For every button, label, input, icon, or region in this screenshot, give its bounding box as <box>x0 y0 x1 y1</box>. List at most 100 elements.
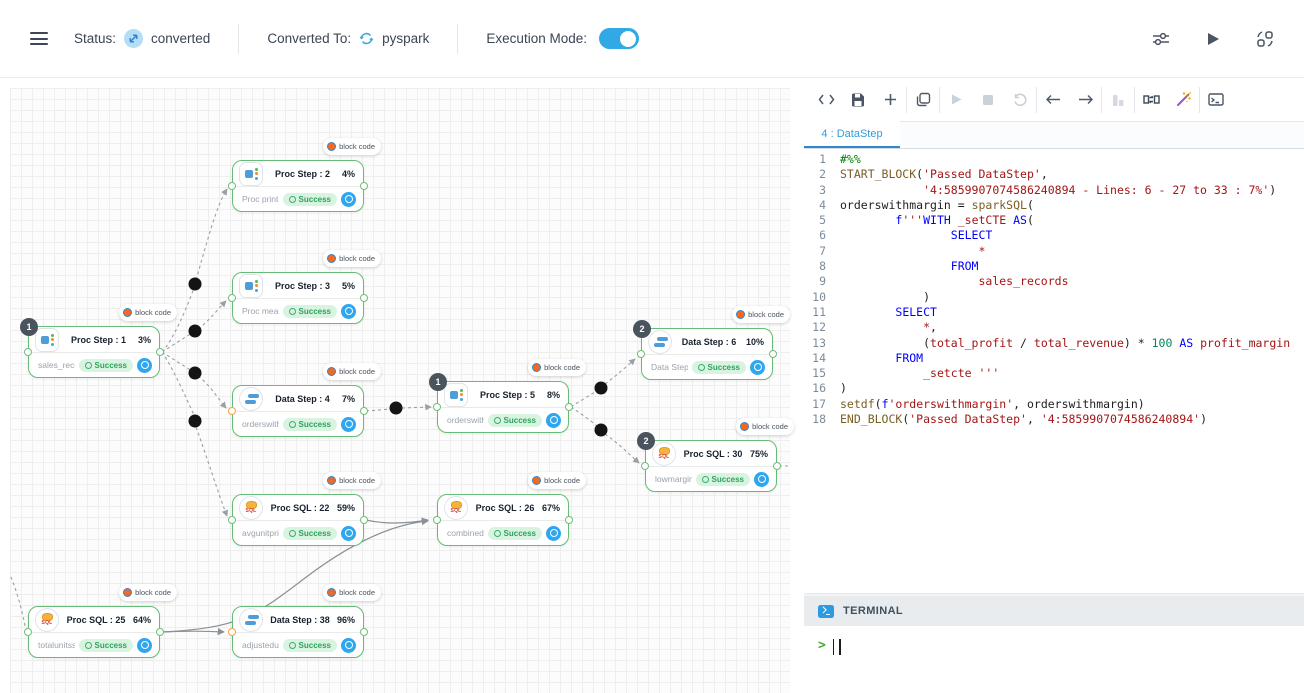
output-port[interactable] <box>360 294 368 302</box>
top-toolbar: Status: converted Converted To: pyspark … <box>0 0 1304 78</box>
sql-step-icon: SQL <box>239 496 263 520</box>
run-pipeline-icon[interactable] <box>1202 28 1224 50</box>
output-port[interactable] <box>156 628 164 636</box>
block-code-pill[interactable]: block code <box>528 359 586 376</box>
output-port[interactable] <box>360 516 368 524</box>
output-port[interactable] <box>360 407 368 415</box>
tab-datastep-4[interactable]: 4 : DataStep <box>804 121 900 148</box>
output-port[interactable] <box>769 350 777 358</box>
node-subtitle: Data Step <box>651 362 688 372</box>
node-action-button[interactable] <box>341 638 356 653</box>
code-line: 14 FROM <box>804 351 1304 366</box>
flow-canvas[interactable]: 1block codeProc Step : 13%sales_recordsS… <box>10 88 790 693</box>
block-code-pill[interactable]: block code <box>323 472 381 489</box>
input-port[interactable] <box>24 348 32 356</box>
input-port[interactable] <box>433 403 441 411</box>
block-code-pill[interactable]: block code <box>736 418 794 435</box>
save-icon[interactable] <box>849 91 867 109</box>
flow-node-30[interactable]: 2block codeSQLProc SQL : 3075%lowmargino… <box>645 440 777 492</box>
terminal-header[interactable]: TERMINAL <box>804 596 1304 626</box>
block-code-pill[interactable]: block code <box>323 584 381 601</box>
node-action-button[interactable] <box>546 526 561 541</box>
flow-node-38[interactable]: block codeData Step : 3896%adjustedunit.… <box>232 606 364 658</box>
input-port[interactable] <box>433 516 441 524</box>
stop-icon[interactable] <box>979 91 997 109</box>
input-port[interactable] <box>228 182 236 190</box>
input-port[interactable] <box>24 628 32 636</box>
add-tab-icon[interactable] <box>881 91 899 109</box>
output-port[interactable] <box>156 348 164 356</box>
restart-icon[interactable] <box>1011 91 1029 109</box>
magic-wand-icon[interactable] <box>1174 91 1192 109</box>
line-number: 2 <box>804 167 840 182</box>
code-line: 9 sales_records <box>804 274 1304 289</box>
node-action-button[interactable] <box>341 526 356 541</box>
node-action-button[interactable] <box>341 417 356 432</box>
sync-icon <box>359 31 374 46</box>
flow-node-26[interactable]: block codeSQLProc SQL : 2667%combinedm..… <box>437 494 569 546</box>
output-port[interactable] <box>360 182 368 190</box>
converted-to-value: pyspark <box>382 31 429 46</box>
navigate-forward-icon[interactable] <box>1076 91 1094 109</box>
compare-code-icon[interactable] <box>1142 91 1160 109</box>
node-order-badge: 2 <box>633 320 651 338</box>
block-code-pill[interactable]: block code <box>323 138 381 155</box>
flow-node-2[interactable]: block codeProc Step : 24%Proc printSucce… <box>232 160 364 212</box>
output-port[interactable] <box>565 516 573 524</box>
sas-block-icon <box>327 254 336 263</box>
code-lines: 1#%%2START_BLOCK('Passed DataStep',3 '4:… <box>804 152 1304 427</box>
code-line: 7 * <box>804 244 1304 259</box>
block-code-pill[interactable]: block code <box>119 304 177 321</box>
input-port[interactable] <box>641 462 649 470</box>
node-action-button[interactable] <box>754 472 769 487</box>
input-port[interactable] <box>228 407 236 415</box>
output-port[interactable] <box>565 403 573 411</box>
node-action-button[interactable] <box>750 360 765 375</box>
code-view-icon[interactable] <box>817 91 835 109</box>
sas-block-icon <box>327 476 336 485</box>
proc-step-icon <box>444 383 468 407</box>
navigate-back-icon[interactable] <box>1044 91 1062 109</box>
block-code-label: block code <box>339 476 375 485</box>
block-code-pill[interactable]: block code <box>323 363 381 380</box>
flow-node-6[interactable]: 2block codeData Step : 610%Data StepSucc… <box>641 328 773 380</box>
output-port[interactable] <box>360 628 368 636</box>
settings-sliders-icon[interactable] <box>1150 28 1172 50</box>
terminal-input-area[interactable]: > <box>804 626 1304 693</box>
flow-node-25[interactable]: block codeSQLProc SQL : 2564%totalunitss… <box>28 606 160 658</box>
code-editor[interactable]: 1#%%2START_BLOCK('Passed DataStep',3 '4:… <box>804 149 1304 593</box>
block-code-pill[interactable]: block code <box>323 250 381 267</box>
node-action-button[interactable] <box>137 358 152 373</box>
chart-icon[interactable] <box>1109 91 1127 109</box>
node-action-button[interactable] <box>341 192 356 207</box>
flow-node-4[interactable]: block codeData Step : 47%orderswith...Su… <box>232 385 364 437</box>
node-progress: 10% <box>746 337 764 347</box>
input-port[interactable] <box>228 516 236 524</box>
block-code-pill[interactable]: block code <box>119 584 177 601</box>
flow-node-3[interactable]: block codeProc Step : 35%Proc meansSucce… <box>232 272 364 324</box>
input-port[interactable] <box>228 628 236 636</box>
app-window: Status: converted Converted To: pyspark … <box>0 0 1304 693</box>
flow-node-1[interactable]: 1block codeProc Step : 13%sales_recordsS… <box>28 326 160 378</box>
flow-node-22[interactable]: block codeSQLProc SQL : 2259%avgunitpric… <box>232 494 364 546</box>
line-number: 7 <box>804 244 840 259</box>
node-action-button[interactable] <box>341 304 356 319</box>
input-port[interactable] <box>228 294 236 302</box>
code-line: 6 SELECT <box>804 228 1304 243</box>
execution-mode-toggle[interactable] <box>599 28 639 49</box>
run-cell-icon[interactable] <box>947 91 965 109</box>
node-action-button[interactable] <box>546 413 561 428</box>
hamburger-menu-icon[interactable] <box>30 32 48 45</box>
status-success-badge: Success <box>283 418 337 431</box>
copy-icon[interactable] <box>914 91 932 109</box>
output-port[interactable] <box>773 462 781 470</box>
node-action-button[interactable] <box>137 638 152 653</box>
block-code-pill[interactable]: block code <box>732 306 790 323</box>
line-number: 14 <box>804 351 840 366</box>
layout-toggle-icon[interactable] <box>1254 28 1276 50</box>
input-port[interactable] <box>637 350 645 358</box>
status-group: Status: converted <box>74 29 210 48</box>
flow-node-5[interactable]: 1block codeProc Step : 58%orderswith...S… <box>437 381 569 433</box>
block-code-pill[interactable]: block code <box>528 472 586 489</box>
open-terminal-icon[interactable] <box>1207 91 1225 109</box>
